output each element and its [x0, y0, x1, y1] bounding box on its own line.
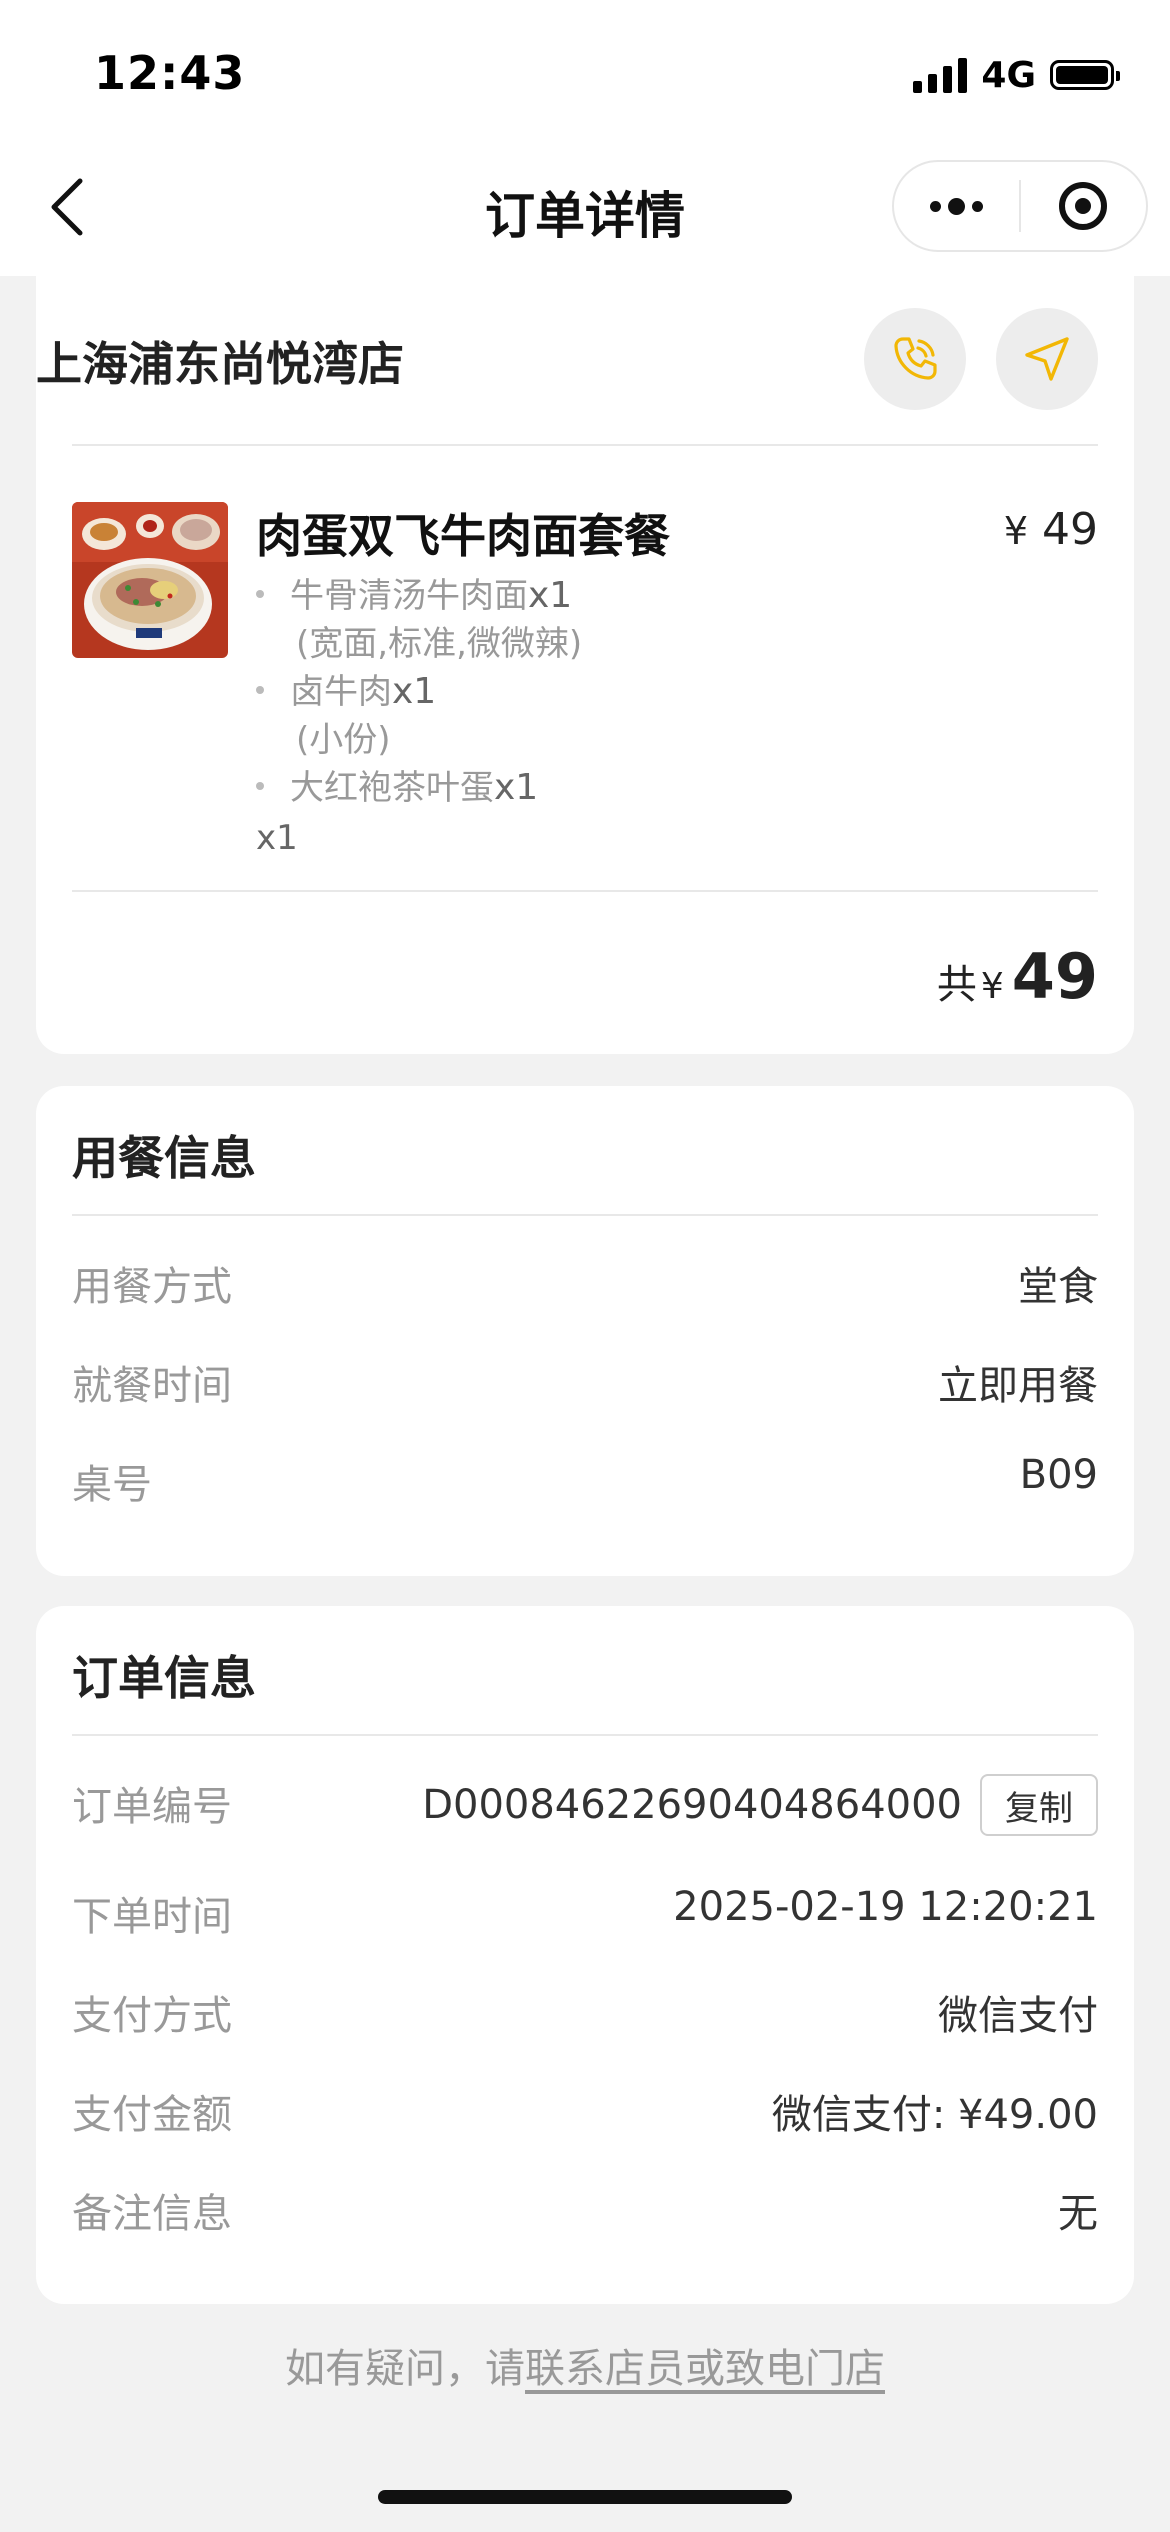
sub-item-name: 牛骨清汤牛肉面: [290, 576, 528, 616]
divider: [72, 1734, 1098, 1736]
dining-info-title: 用餐信息: [72, 1131, 256, 1185]
phone-icon: [894, 337, 937, 380]
sub-item: 大红袍茶叶蛋x1: [256, 760, 538, 809]
store-name: 上海浦东尚悦湾店: [36, 337, 404, 391]
help-text: 如有疑问，请: [285, 2346, 525, 2392]
sub-item: 牛骨清汤牛肉面x1: [256, 568, 572, 617]
more-button[interactable]: [894, 162, 1019, 250]
more-dots-icon: [930, 197, 983, 215]
order-number-label: 订单编号: [72, 1784, 232, 1830]
payment-method-value: 微信支付: [938, 1993, 1098, 2039]
call-store-button[interactable]: [864, 308, 966, 410]
header: 12:43 4G 订单详情: [0, 0, 1170, 276]
dining-mode-label: 用餐方式: [72, 1264, 232, 1310]
dining-mode-value: 堂食: [1018, 1264, 1098, 1310]
order-time-label: 下单时间: [72, 1894, 232, 1940]
order-time-value: 2025-02-19 12:20:21: [673, 1884, 1098, 1930]
price-value: 49: [1042, 504, 1098, 555]
remark-label: 备注信息: [72, 2191, 232, 2237]
dish-quantity: x1: [256, 818, 298, 858]
sub-item-spec: (小份): [296, 720, 391, 760]
target-icon: [1059, 182, 1108, 230]
navigation-arrow-icon: [1025, 337, 1069, 381]
help-footer: 如有疑问，请联系店员或致电门店: [0, 2336, 1170, 2394]
sub-item-qty: x1: [392, 671, 437, 712]
order-info-title: 订单信息: [72, 1651, 256, 1705]
currency-symbol: ¥: [1003, 509, 1028, 553]
payment-amount-value: 微信支付: ¥49.00: [771, 2092, 1098, 2138]
payment-method-label: 支付方式: [72, 1993, 232, 2039]
contact-store-link[interactable]: 联系店员或致电门店: [525, 2346, 885, 2392]
table-number-value: B09: [1019, 1452, 1098, 1498]
order-number-value: D00084622690404864000: [422, 1782, 962, 1828]
close-miniprogram-button[interactable]: [1021, 162, 1146, 250]
total-currency: ¥: [980, 966, 1004, 1007]
divider: [72, 444, 1098, 446]
mini-program-capsule: [892, 160, 1148, 252]
dining-time-label: 就餐时间: [72, 1363, 232, 1409]
dish-price: ¥ 49: [1004, 504, 1098, 555]
sub-item-spec: (宽面,标准,微微辣): [296, 624, 583, 664]
sub-item-name: 大红袍茶叶蛋: [290, 768, 494, 808]
divider: [72, 1214, 1098, 1216]
dining-time-value: 立即用餐: [938, 1363, 1098, 1409]
network-type: 4G: [981, 54, 1036, 96]
sub-item: 卤牛肉x1: [256, 664, 436, 713]
dish-name: 肉蛋双飞牛肉面套餐: [256, 509, 670, 563]
copy-button[interactable]: 复制: [980, 1774, 1098, 1836]
navigate-store-button[interactable]: [996, 308, 1098, 410]
total-label: 共: [936, 962, 977, 1008]
battery-icon: [1050, 60, 1120, 90]
dish-image: [72, 502, 228, 658]
status-time: 12:43: [94, 46, 246, 100]
table-number-label: 桌号: [72, 1462, 152, 1508]
status-indicators: 4G: [913, 52, 1120, 98]
payment-amount-label: 支付金额: [72, 2092, 232, 2138]
remark-value: 无: [1058, 2191, 1098, 2237]
total-amount: 49: [1011, 940, 1098, 1013]
sub-item-qty: x1: [528, 575, 573, 616]
sub-item-name: 卤牛肉: [290, 672, 392, 712]
order-total: 共 ¥ 49: [937, 940, 1098, 1013]
home-indicator[interactable]: [378, 2490, 792, 2504]
divider: [72, 890, 1098, 892]
signal-icon: [913, 57, 968, 93]
sub-item-qty: x1: [494, 767, 539, 808]
